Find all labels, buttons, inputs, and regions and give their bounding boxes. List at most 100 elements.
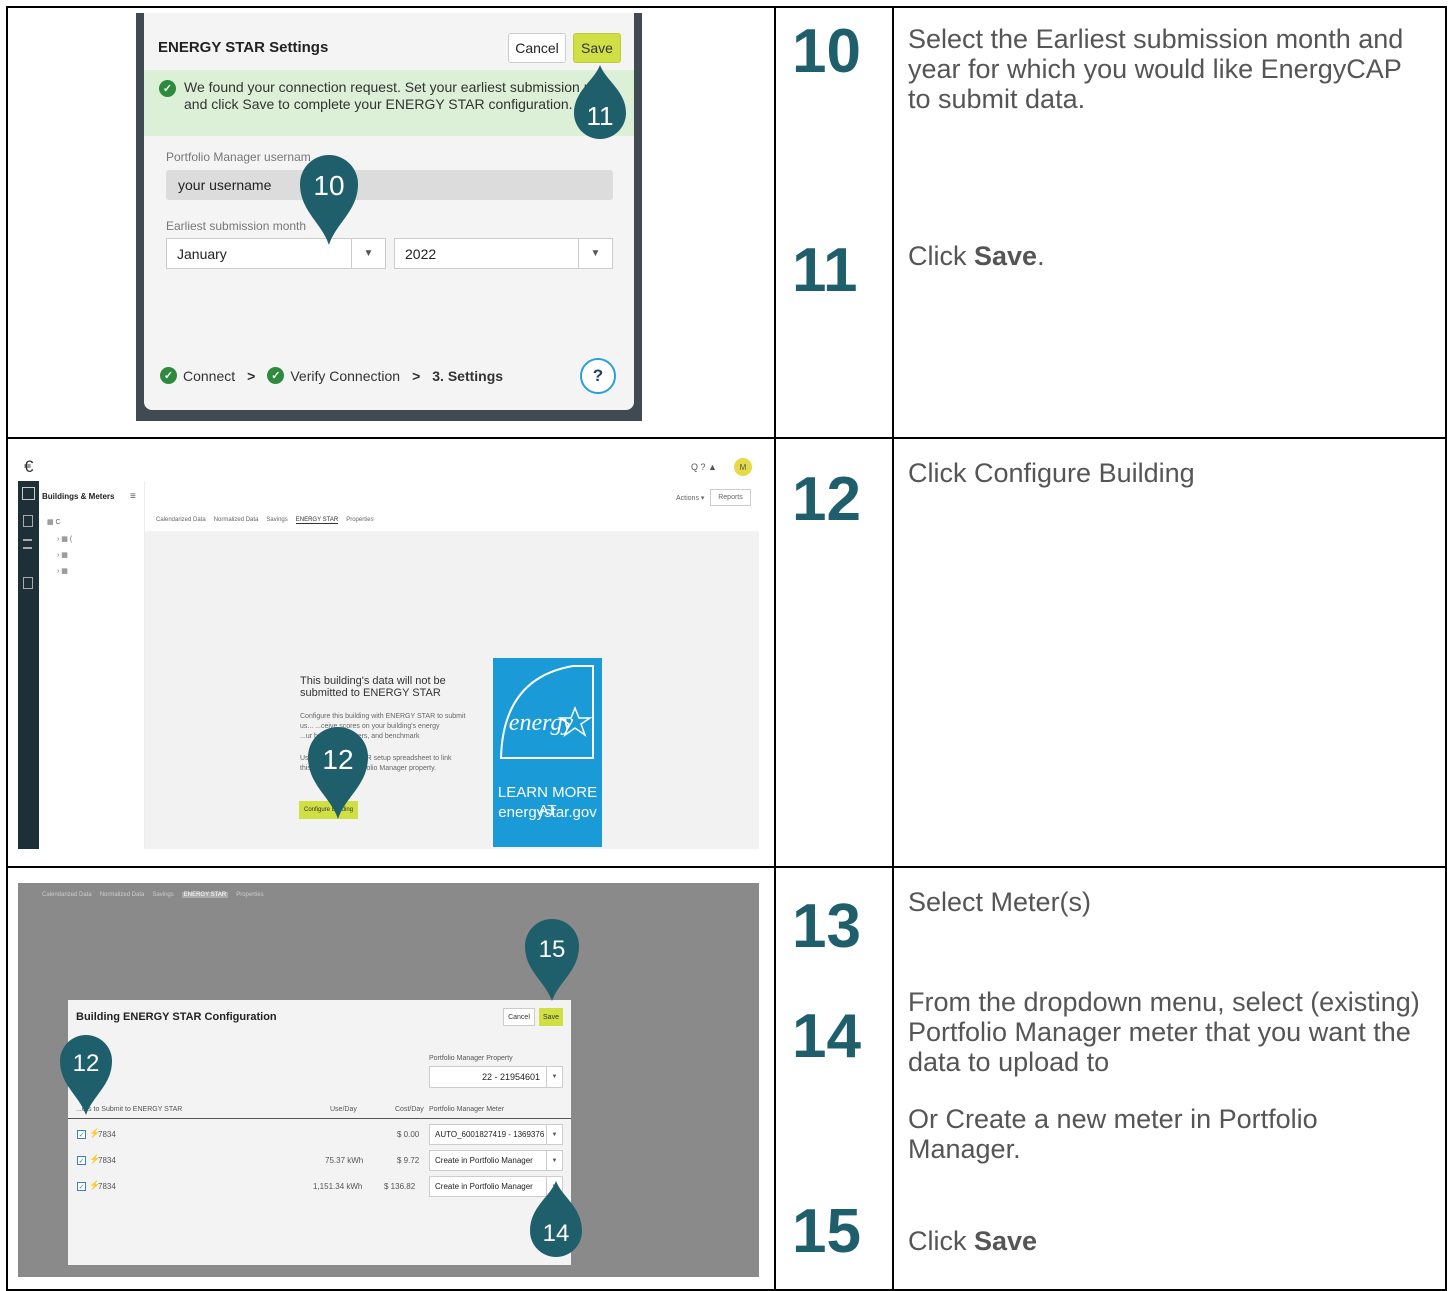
meter-checkbox[interactable]: ✓: [77, 1182, 86, 1191]
username-field[interactable]: your username: [166, 170, 613, 200]
chevron-right-icon: >: [412, 367, 421, 384]
sidebar-title: Buildings & Meters: [42, 492, 115, 501]
tab-normalized[interactable]: Normalized Data: [100, 892, 145, 898]
meter-cost: $ 0.00: [397, 1130, 420, 1139]
property-label: Portfolio Manager Property: [429, 1055, 513, 1062]
table-row: ✓ ⚡ 7834 $ 0.00 AUTO_6001827419 - 136937…: [68, 1122, 571, 1148]
settings-dialog: ENERGY STAR Settings Cancel Save ✓ We fo…: [144, 13, 634, 410]
tab-savings[interactable]: Savings: [266, 517, 287, 524]
header-divider: [68, 1118, 571, 1119]
save-button[interactable]: Save: [539, 1008, 563, 1026]
tree-item[interactable]: › ▦: [57, 551, 68, 559]
step-verify[interactable]: Verify Connection: [290, 368, 400, 384]
username-label: Portfolio Manager usernam: [166, 150, 311, 164]
check-circle-icon: ✓: [160, 367, 177, 384]
step-settings[interactable]: 3. Settings: [432, 368, 503, 384]
learn-more-url: energystar.gov: [498, 804, 597, 821]
meter-cost: $ 136.82: [384, 1182, 416, 1191]
buildings-icon[interactable]: [22, 487, 35, 500]
row-divider: [8, 437, 1445, 439]
check-circle-icon: ✓: [159, 80, 176, 97]
step-13-text: Select Meter(s): [908, 887, 1092, 917]
configuration-dialog: Building ENERGY STAR Configuration Cance…: [68, 1000, 571, 1265]
document-icon[interactable]: [23, 577, 33, 589]
tree-item[interactable]: › ▦ (: [57, 535, 72, 543]
step-connect[interactable]: Connect: [183, 368, 235, 384]
tree-item[interactable]: › ▦: [57, 567, 68, 575]
step-14-text: From the dropdown menu, select (existing…: [908, 987, 1420, 1077]
tab-calendarized[interactable]: Calendarized Data: [42, 892, 92, 898]
pm-meter-value: AUTO_6001827419 - 1369376: [435, 1130, 545, 1139]
meter-cost: $ 9.72: [397, 1156, 420, 1165]
year-select[interactable]: 2022 ▼: [394, 238, 613, 269]
tab-properties[interactable]: Properties: [236, 892, 263, 898]
success-banner: ✓ We found your connection request. Set …: [144, 70, 634, 136]
energy-star-settings-screenshot: ENERGY STAR Settings Cancel Save ✓ We fo…: [136, 13, 642, 421]
message-title: This building's data will not be submitt…: [300, 675, 446, 699]
pm-meter-select[interactable]: AUTO_6001827419 - 1369376 ▼: [429, 1124, 563, 1145]
tab-energy-star[interactable]: ENERGY STAR: [181, 892, 229, 898]
step-15-text-before: Click: [908, 1226, 974, 1256]
pm-meter-value: Create in Portfolio Manager: [435, 1156, 533, 1165]
callout-pin-15: 15: [525, 919, 579, 1001]
reports-button[interactable]: Reports: [710, 489, 751, 506]
app-logo: €: [24, 457, 34, 476]
step-number-15: 15: [792, 1197, 861, 1266]
tab-calendarized[interactable]: Calendarized Data: [156, 517, 206, 524]
tab-properties[interactable]: Properties: [346, 517, 373, 524]
pin-11-label: 11: [587, 101, 614, 131]
menu-icon[interactable]: ≡: [130, 491, 136, 502]
tree-item[interactable]: ▦ C: [47, 518, 61, 526]
wizard-steps: ✓ Connect > ✓ Verify Connection > 3. Set…: [160, 367, 503, 384]
chevron-down-icon: ▼: [546, 1125, 562, 1144]
tab-savings[interactable]: Savings: [152, 892, 173, 898]
save-button[interactable]: Save: [573, 33, 621, 63]
pin-15-label: 15: [539, 936, 566, 963]
callout-pin-14: 14: [530, 1181, 582, 1257]
cancel-button[interactable]: Cancel: [503, 1008, 535, 1026]
step-15-text: Click Save: [908, 1226, 1037, 1256]
step-15-text-bold: Save: [974, 1226, 1038, 1256]
step-number-11: 11: [792, 236, 858, 305]
check-circle-icon: ✓: [267, 367, 285, 384]
callout-pin-12b: 12: [60, 1035, 112, 1115]
avatar[interactable]: M: [734, 458, 752, 476]
meter-checkbox[interactable]: ✓: [77, 1156, 86, 1165]
energy-star-icon: energy: [499, 665, 594, 759]
table-row: ✓ ⚡ 7834 1,151.34 kWh $ 136.82 Create in…: [68, 1174, 571, 1200]
property-select[interactable]: 22 - 21954601 ▼: [429, 1066, 563, 1088]
tab-energy-star[interactable]: ENERGY STAR: [295, 517, 339, 524]
actions-menu[interactable]: Actions ▾: [676, 494, 704, 502]
list-icon[interactable]: [23, 539, 32, 549]
dialog-title: Building ENERGY STAR Configuration: [76, 1011, 277, 1023]
meter-use: 75.37 kWh: [325, 1156, 364, 1165]
help-button[interactable]: ?: [580, 358, 616, 394]
month-value: January: [177, 245, 227, 262]
message-line: Configure this building with ENERGY STAR…: [300, 713, 466, 720]
header-icons[interactable]: Q ? ▲: [691, 462, 717, 472]
column-header-pm-meter: Portfolio Manager Meter: [429, 1106, 505, 1113]
chevron-down-icon: ▼: [546, 1151, 562, 1170]
tab-bar: Calendarized Data Normalized Data Saving…: [156, 517, 374, 524]
step-11-text: Click Save.: [908, 241, 1045, 271]
building-energy-star-tab-screenshot: € Q ? ▲ M Buildings & Meters ≡ ▦ C › ▦ (…: [18, 453, 759, 849]
tab-bar: Calendarized Data Normalized Data Saving…: [42, 892, 264, 898]
step-12-text: Click Configure Building: [908, 458, 1195, 488]
actions-label: Actions: [676, 495, 699, 502]
tab-normalized[interactable]: Normalized Data: [214, 517, 259, 524]
step-number-14: 14: [792, 1002, 861, 1071]
meter-checkbox[interactable]: ✓: [77, 1130, 86, 1139]
column-divider: [892, 8, 894, 1289]
pm-meter-select[interactable]: Create in Portfolio Manager ▼: [429, 1150, 563, 1171]
grid-icon[interactable]: [23, 515, 33, 527]
energy-star-logo[interactable]: energy LEARN MORE AT energystar.gov: [493, 658, 602, 847]
buildings-sidebar: Buildings & Meters ≡ ▦ C › ▦ ( › ▦ › ▦: [39, 481, 145, 849]
chevron-down-icon: ▼: [546, 1067, 562, 1087]
step-number-13: 13: [792, 892, 861, 961]
cancel-button[interactable]: Cancel: [508, 33, 566, 63]
energy-script: energy: [509, 710, 574, 736]
month-label: Earliest submission month: [166, 219, 307, 233]
callout-pin-10: 10: [300, 154, 358, 245]
step-11-text-before: Click: [908, 241, 974, 271]
pin-14-label: 14: [543, 1220, 570, 1247]
